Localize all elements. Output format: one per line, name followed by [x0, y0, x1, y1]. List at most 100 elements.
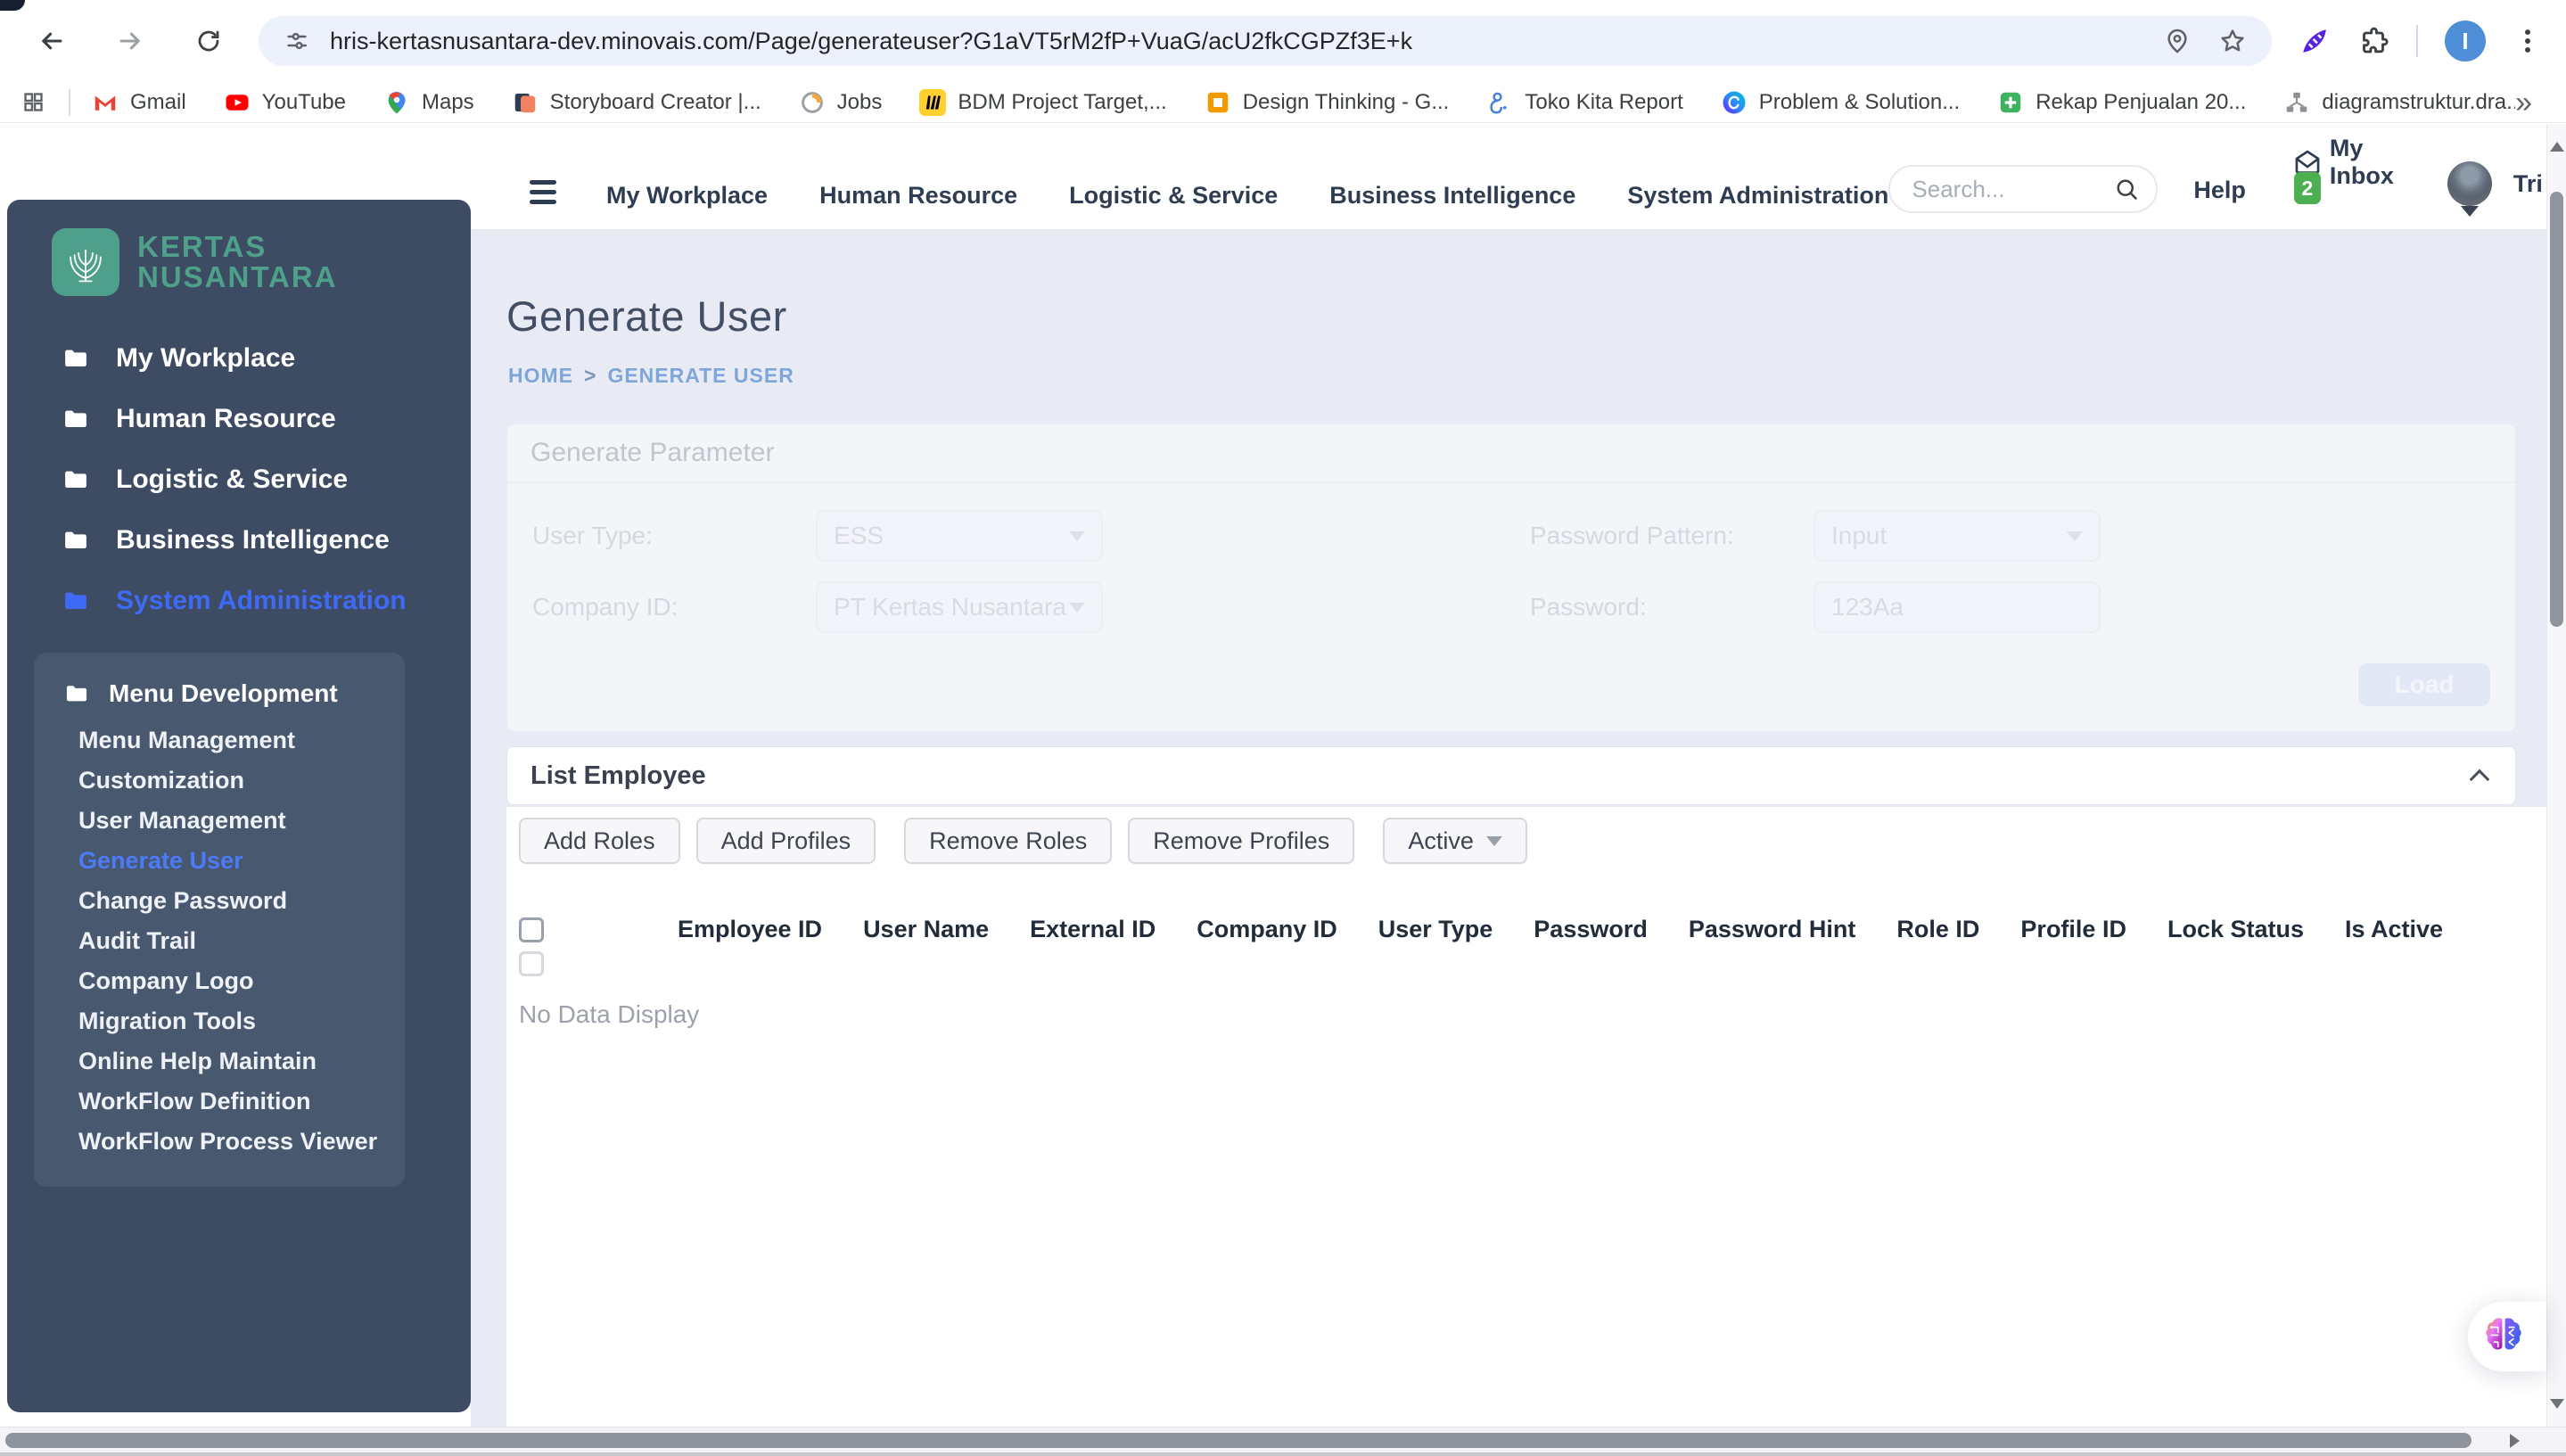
sidebar-item-workflow-definition[interactable]: WorkFlow Definition	[34, 1082, 405, 1122]
topnav-human-resource[interactable]: Human Resource	[819, 182, 1017, 210]
sidebar-item-migration-tools[interactable]: Migration Tools	[34, 1001, 405, 1041]
sidebar-item-generate-user[interactable]: Generate User	[34, 841, 405, 881]
add-profiles-button[interactable]: Add Profiles	[695, 818, 876, 864]
extensions-puzzle-icon[interactable]	[2357, 25, 2389, 57]
bookmark-diagramstruktur-dra[interactable]: diagramstruktur.dra...	[2283, 89, 2515, 116]
logo-text: KERTAS NUSANTARA	[137, 229, 338, 293]
search-box[interactable]	[1888, 165, 2159, 213]
reload-icon[interactable]	[193, 25, 225, 57]
bookmarks-overflow-icon[interactable]: »	[2515, 87, 2545, 118]
vertical-scrollbar-thumb[interactable]	[2550, 192, 2563, 627]
bookmark-storyboard-creator[interactable]: Storyboard Creator |...	[512, 89, 761, 116]
sidebar-item-menu-management[interactable]: Menu Management	[34, 720, 405, 761]
scroll-up-icon[interactable]	[2550, 135, 2564, 152]
topnav-logistic-service[interactable]: Logistic & Service	[1069, 182, 1278, 210]
scroll-down-icon[interactable]	[2550, 1399, 2564, 1416]
bookmark-jobs[interactable]: Jobs	[799, 89, 883, 116]
canva-icon	[1721, 89, 1748, 116]
bookmarks-list: Gmail YouTube Maps Storyboard Creator |... J…	[92, 88, 2515, 116]
sidebar-item-label: System Administration	[116, 586, 407, 615]
address-bar[interactable]: hris-kertasnusantara-dev.minovais.com/Pa…	[259, 16, 2272, 66]
scroll-right-icon[interactable]	[2510, 1434, 2527, 1448]
app-logo: KERTAS NUSANTARA	[7, 210, 471, 316]
sidebar-item-system-administration[interactable]: System Administration	[7, 571, 471, 631]
kebab-menu-icon[interactable]	[2513, 26, 2543, 56]
password-pattern-select[interactable]: Input	[1813, 510, 2101, 562]
add-roles-button[interactable]: Add Roles	[519, 818, 680, 864]
bookmark-problem-solution[interactable]: Problem & Solution...	[1721, 89, 1960, 116]
sidebar-item-logistic-service[interactable]: Logistic & Service	[7, 449, 471, 510]
location-pin-icon[interactable]	[2163, 27, 2192, 55]
sidebar-item-audit-trail[interactable]: Audit Trail	[34, 921, 405, 961]
sidebar: KERTAS NUSANTARA My Workplace Human Resou…	[7, 200, 471, 1412]
menu-toggle-icon[interactable]	[530, 180, 556, 213]
search-icon[interactable]	[2113, 176, 2140, 202]
extension-rocket-icon[interactable]	[2299, 25, 2331, 57]
column-header-external-id: External ID	[1030, 916, 1156, 942]
browser-profile-avatar[interactable]: I	[2445, 21, 2486, 62]
sheets-icon	[1997, 89, 2024, 116]
list-employee-title: List Employee	[530, 761, 706, 790]
list-employee-header[interactable]: List Employee	[506, 746, 2516, 805]
bookmark-maps[interactable]: Maps	[383, 89, 474, 116]
sidebar-item-change-password[interactable]: Change Password	[34, 881, 405, 921]
sidebar-item-my-workplace[interactable]: My Workplace	[7, 328, 471, 389]
remove-profiles-button[interactable]: Remove Profiles	[1128, 818, 1355, 864]
sidebar-item-workflow-process-viewer[interactable]: WorkFlow Process Viewer	[34, 1122, 405, 1162]
vertical-scrollbar[interactable]	[2546, 124, 2566, 1427]
bookmark-label: Jobs	[836, 89, 883, 114]
bookmark-label: YouTube	[261, 89, 346, 114]
sidebar-item-human-resource[interactable]: Human Resource	[7, 389, 471, 449]
column-header-user-name: User Name	[863, 916, 990, 942]
row-checkbox[interactable]	[519, 951, 544, 976]
remove-roles-button[interactable]: Remove Roles	[904, 818, 1113, 864]
bookmark-star-icon[interactable]	[2218, 27, 2247, 55]
user-menu[interactable]: Tri	[2447, 161, 2543, 217]
avatar[interactable]	[2447, 161, 2492, 206]
forward-icon[interactable]	[114, 25, 146, 57]
inbox-link[interactable]: My Inbox 2	[2292, 135, 2394, 213]
browser-nav-buttons	[36, 25, 225, 57]
sidebar-item-online-help-maintain[interactable]: Online Help Maintain	[34, 1041, 405, 1082]
topnav-my-workplace[interactable]: My Workplace	[606, 182, 768, 210]
sidebar-item-label: Business Intelligence	[116, 525, 390, 555]
password-input[interactable]: 123Aa	[1813, 581, 2101, 633]
bookmark-youtube[interactable]: YouTube	[224, 89, 346, 116]
select-all-checkbox[interactable]	[519, 917, 544, 942]
topnav-system-administration[interactable]: System Administration	[1627, 182, 1888, 210]
horizontal-scrollbar-thumb[interactable]	[5, 1433, 2471, 1448]
breadcrumb-home[interactable]: HOME	[508, 364, 573, 388]
help-link[interactable]: Help	[2193, 177, 2246, 213]
sidebar-item-customization[interactable]: Customization	[34, 761, 405, 801]
tune-icon[interactable]	[284, 28, 310, 54]
sidebar-item-company-logo[interactable]: Company Logo	[34, 961, 405, 1001]
bookmark-bdm-project-target[interactable]: BDM Project Target,...	[919, 88, 1167, 116]
sidebar-item-user-management[interactable]: User Management	[34, 801, 405, 841]
sidebar-item-label: My Workplace	[116, 343, 296, 373]
sidebar-item-business-intelligence[interactable]: Business Intelligence	[7, 510, 471, 571]
search-input[interactable]	[1912, 175, 2114, 203]
collapse-icon[interactable]	[2469, 769, 2490, 790]
logo-tree-icon	[52, 228, 119, 296]
sidebar-item-menu-development[interactable]: Menu Development	[34, 672, 405, 720]
back-icon[interactable]	[36, 25, 68, 57]
bookmark-toko-kita-report[interactable]: Toko Kita Report	[1486, 89, 1683, 116]
column-header-lock-status: Lock Status	[2167, 916, 2304, 942]
bookmark-gmail[interactable]: Gmail	[92, 89, 186, 116]
browser-toolbar: hris-kertasnusantara-dev.minovais.com/Pa…	[0, 0, 2566, 82]
apps-grid-icon[interactable]	[21, 90, 45, 114]
horizontal-scrollbar[interactable]	[0, 1427, 2566, 1456]
bookmark-rekap-penjualan-20[interactable]: Rekap Penjualan 20...	[1997, 89, 2246, 116]
browser-actions: I	[2299, 21, 2543, 62]
company-id-select[interactable]: PT Kertas Nusantara	[816, 581, 1103, 633]
bookmarks-bar: Gmail YouTube Maps Storyboard Creator |... J…	[0, 82, 2566, 123]
load-button[interactable]: Load	[2358, 663, 2490, 706]
bookmark-design-thinking-g[interactable]: Design Thinking - G...	[1205, 89, 1449, 116]
generate-parameter-form: User Type: ESS Password Pattern: Input Compa…	[507, 483, 2515, 633]
assistant-fab[interactable]	[2468, 1302, 2546, 1371]
miro-icon	[919, 88, 947, 116]
active-filter-dropdown[interactable]: Active	[1383, 818, 1527, 864]
breadcrumb-current[interactable]: GENERATE USER	[607, 364, 794, 388]
user-type-select[interactable]: ESS	[816, 510, 1103, 562]
topnav-business-intelligence[interactable]: Business Intelligence	[1329, 182, 1575, 210]
